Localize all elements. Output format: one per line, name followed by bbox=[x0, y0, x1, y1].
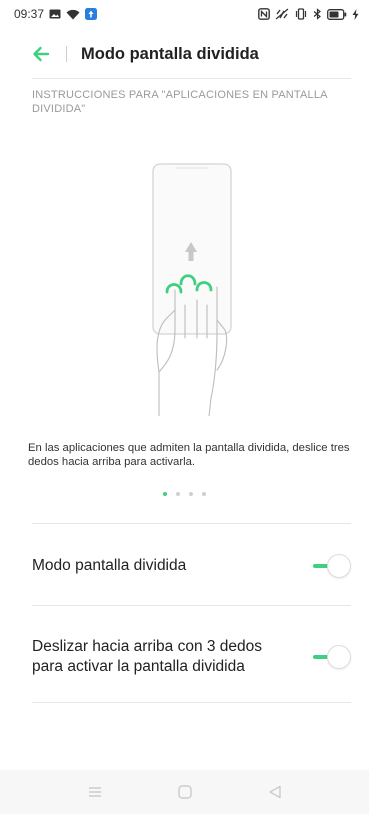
home-button[interactable] bbox=[175, 782, 195, 802]
section-divider bbox=[32, 605, 351, 606]
status-right bbox=[258, 8, 359, 20]
status-left: 09:37 bbox=[14, 7, 98, 21]
nav-back-button[interactable] bbox=[265, 782, 285, 802]
instructions-title: INSTRUCCIONES PARA "APLICACIONES EN PANT… bbox=[32, 89, 328, 115]
setting-split-screen-mode[interactable]: Modo pantalla dividida bbox=[32, 546, 351, 586]
nfc-icon bbox=[258, 8, 270, 20]
wifi-icon bbox=[66, 9, 80, 20]
three-finger-swipe-toggle[interactable] bbox=[313, 644, 351, 670]
page-indicator bbox=[0, 492, 369, 496]
arrow-left-icon bbox=[33, 46, 50, 62]
image-notification-icon bbox=[49, 9, 61, 19]
home-icon bbox=[177, 785, 192, 799]
charging-icon bbox=[352, 8, 359, 20]
header-divider bbox=[66, 46, 67, 62]
page-dot[interactable] bbox=[189, 492, 193, 496]
back-button[interactable] bbox=[30, 43, 52, 65]
bluetooth-icon bbox=[313, 8, 322, 20]
page-dot-active[interactable] bbox=[163, 492, 167, 496]
instructions-description: En las aplicaciones que admiten la panta… bbox=[28, 442, 350, 468]
section-divider bbox=[32, 702, 351, 703]
setting-three-finger-swipe[interactable]: Deslizar hacia arriba con 3 dedos para a… bbox=[32, 633, 351, 681]
battery-icon bbox=[327, 8, 347, 20]
app-notification-icon bbox=[85, 8, 98, 20]
system-nav-bar bbox=[0, 770, 369, 814]
status-bar: 09:37 bbox=[0, 0, 369, 28]
toggle-knob bbox=[327, 554, 351, 578]
header-rule bbox=[32, 78, 351, 79]
split-screen-toggle[interactable] bbox=[313, 553, 351, 579]
page-dot[interactable] bbox=[202, 492, 206, 496]
app-header: Modo pantalla dividida bbox=[0, 36, 369, 72]
toggle-knob bbox=[327, 645, 351, 669]
gesture-illustration bbox=[145, 160, 235, 417]
page-title: Modo pantalla dividida bbox=[81, 44, 259, 63]
setting-label: Deslizar hacia arriba con 3 dedos para a… bbox=[32, 638, 263, 675]
vibrate-mode-icon bbox=[294, 8, 308, 20]
page-dot[interactable] bbox=[176, 492, 180, 496]
menu-button[interactable] bbox=[85, 782, 105, 802]
vibrate-icon bbox=[275, 8, 289, 20]
setting-label: Modo pantalla dividida bbox=[32, 557, 187, 574]
back-triangle-icon bbox=[268, 785, 281, 799]
status-time: 09:37 bbox=[14, 7, 45, 21]
menu-icon bbox=[88, 787, 101, 797]
section-divider bbox=[32, 523, 351, 524]
